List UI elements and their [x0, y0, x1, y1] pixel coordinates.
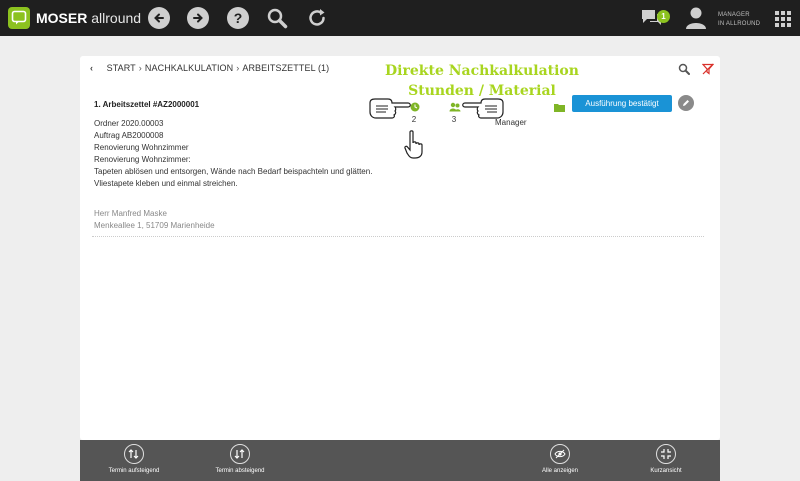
- breadcrumb: ‹ START › NACHKALKULATION › ARBEITSZETTEL (1…: [90, 63, 329, 73]
- apps-grid-icon[interactable]: [775, 11, 791, 27]
- show-all-label: Alle anzeigen: [541, 468, 579, 474]
- bottom-toolbar: Termin aufsteigend Termin absteigend All…: [80, 440, 720, 481]
- sort-descending-button[interactable]: Termin absteigend: [200, 444, 280, 474]
- compact-view-button[interactable]: Kurzansicht: [626, 444, 706, 474]
- pointing-hand-cursor-icon: [404, 130, 428, 165]
- back-icon[interactable]: [148, 7, 170, 29]
- top-bar: MOSER allround ? 1 MANAGER IN ALLROUND: [0, 0, 800, 36]
- eye-icon: [550, 444, 570, 464]
- entry-details: Ordner 2020.00003 Auftrag AB2000008 Reno…: [94, 118, 394, 190]
- filter-off-icon[interactable]: [701, 62, 715, 75]
- sort-ascending-label: Termin aufsteigend: [108, 468, 160, 474]
- help-icon[interactable]: ?: [227, 7, 249, 29]
- breadcrumb-separator: ›: [236, 63, 240, 73]
- messages-badge: 1: [657, 10, 670, 23]
- entry-description-heading: Renovierung Wohnzimmer:: [94, 155, 191, 164]
- breadcrumb-item-nachkalkulation[interactable]: NACHKALKULATION: [145, 63, 233, 73]
- material-count: 3: [451, 115, 457, 124]
- execution-confirmed-button[interactable]: Ausführung bestätigt: [572, 95, 672, 112]
- entry-folder: Ordner 2020.00003: [94, 119, 164, 128]
- entry-description-1: Tapeten ablösen und entsorgen, Wände nac…: [94, 167, 373, 176]
- entry-title[interactable]: 1. Arbeitszettel #AZ2000001: [94, 100, 199, 109]
- refresh-icon[interactable]: [306, 7, 328, 29]
- sort-ascending-button[interactable]: Termin aufsteigend: [94, 444, 174, 474]
- breadcrumb-item-arbeitszettel[interactable]: ARBEITSZETTEL: [242, 63, 315, 73]
- compact-view-label: Kurzansicht: [650, 468, 682, 474]
- contact-address: Menkeallee 1, 51709 Marienheide: [94, 221, 215, 230]
- user-label[interactable]: MANAGER IN ALLROUND: [718, 11, 760, 29]
- main-card: ‹ START › NACHKALKULATION › ARBEITSZETTEL (1…: [80, 56, 720, 440]
- sort-ascending-icon: [124, 444, 144, 464]
- search-icon[interactable]: [266, 7, 288, 29]
- entry-project: Renovierung Wohnzimmer: [94, 143, 189, 152]
- forward-icon[interactable]: [187, 7, 209, 29]
- pointing-hand-left-icon: [461, 96, 505, 125]
- sort-descending-icon: [230, 444, 250, 464]
- annotation-line-1: Direkte Nachkalkulation: [385, 63, 579, 79]
- breadcrumb-count: (1): [317, 63, 330, 73]
- entry-contact: Herr Manfred Maske Menkeallee 1, 51709 M…: [94, 208, 215, 232]
- breadcrumb-back-icon[interactable]: ‹: [90, 63, 104, 73]
- breadcrumb-item-start[interactable]: START: [107, 63, 136, 73]
- user-avatar-icon[interactable]: [685, 6, 707, 30]
- sort-descending-label: Termin absteigend: [215, 468, 265, 474]
- show-all-button[interactable]: Alle anzeigen: [520, 444, 600, 474]
- entry-description-2: Vliestapete kleben und einmal streichen.: [94, 179, 238, 188]
- edit-pen-icon[interactable]: [678, 95, 694, 111]
- entry-order: Auftrag AB2000008: [94, 131, 164, 140]
- brand-rest: allround: [91, 10, 142, 26]
- app-brand: MOSER allround: [36, 10, 141, 26]
- pointing-hand-right-icon: [368, 96, 412, 125]
- folder-icon[interactable]: [554, 99, 565, 112]
- user-context: IN ALLROUND: [718, 21, 761, 27]
- contact-name: Herr Manfred Maske: [94, 209, 167, 218]
- breadcrumb-separator: ›: [138, 63, 142, 73]
- user-role: MANAGER: [718, 12, 750, 18]
- entry-divider: [92, 236, 704, 237]
- compress-icon: [656, 444, 676, 464]
- brand-bold: MOSER: [36, 10, 88, 26]
- logo-icon: [8, 7, 30, 29]
- card-search-icon[interactable]: [678, 62, 690, 75]
